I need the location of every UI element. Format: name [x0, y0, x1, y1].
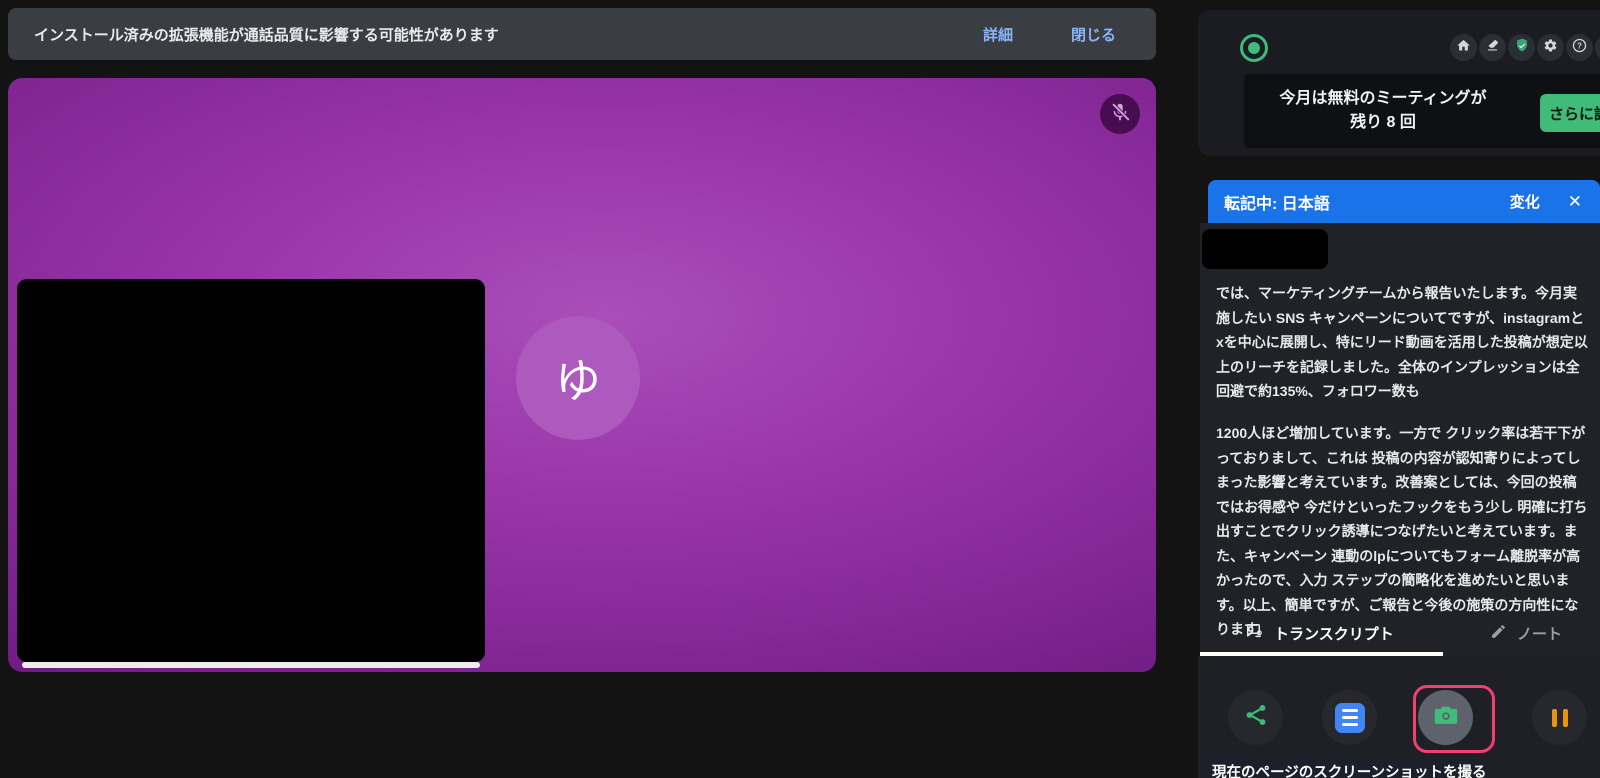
- transcript-paragraph: 1200人ほど増加しています。一方で クリック率は若干下がっておりまして、これは…: [1216, 421, 1590, 642]
- tab-note[interactable]: ノート: [1490, 623, 1562, 644]
- redacted-speaker-name: [1202, 229, 1328, 269]
- collapse-button[interactable]: [1595, 34, 1600, 61]
- mic-off-icon: [1109, 101, 1131, 128]
- pause-recording-button[interactable]: [1532, 690, 1587, 745]
- pencil-icon: [1490, 623, 1507, 644]
- notes-doc-button[interactable]: [1322, 690, 1377, 745]
- transcript-paragraph: では、マーケティングチームから報告いたします。今月実施したい SNS キャンペー…: [1216, 281, 1590, 404]
- eraser-button[interactable]: [1479, 34, 1506, 61]
- video-stage: ゆ: [8, 78, 1156, 672]
- participant-muted-badge: [1100, 94, 1140, 134]
- avatar-initial: ゆ: [555, 345, 601, 411]
- close-icon[interactable]: ✕: [1568, 192, 1582, 212]
- redacted-shared-content: [17, 279, 485, 662]
- share-button[interactable]: [1228, 690, 1283, 745]
- screenshot-button[interactable]: [1418, 690, 1473, 745]
- meet-app: インストール済みの拡張機能が通話品質に影響する可能性があります 詳細 閉じる ゆ…: [0, 0, 1600, 778]
- document-icon: [1335, 703, 1365, 733]
- share-icon: [1243, 702, 1269, 733]
- tab-transcript-label: トランスクリプト: [1274, 623, 1394, 644]
- tab-transcript[interactable]: トランスクリプト: [1244, 621, 1394, 645]
- shared-content-bar: [22, 662, 480, 668]
- tldv-logo-icon: [1240, 34, 1268, 62]
- sidebar-header-panel: ? 今月は無料のミーティングが 残り 8 回 さらに詳しく: [1198, 10, 1600, 156]
- svg-text:?: ?: [1577, 41, 1582, 50]
- chat-bubble-icon: [1244, 621, 1264, 645]
- home-icon: [1456, 38, 1471, 58]
- screenshot-tooltip: 現在のページのスクリーンショットを撮る: [1202, 756, 1474, 778]
- learn-more-button[interactable]: さらに詳しく: [1540, 94, 1600, 132]
- tab-note-label: ノート: [1517, 623, 1562, 644]
- help-icon: ?: [1571, 37, 1588, 59]
- free-meetings-text: 今月は無料のミーティングが 残り 8 回: [1262, 87, 1504, 135]
- privacy-shield-button[interactable]: [1508, 34, 1535, 61]
- camera-icon: [1432, 701, 1460, 734]
- banner-details-button[interactable]: 詳細: [983, 24, 1013, 45]
- pause-icon: [1552, 709, 1568, 727]
- settings-button[interactable]: [1537, 34, 1564, 61]
- home-button[interactable]: [1450, 34, 1477, 61]
- free-meetings-banner: 今月は無料のミーティングが 残り 8 回 さらに詳しく: [1244, 74, 1600, 148]
- transcript-panel: では、マーケティングチームから報告いたします。今月実施したい SNS キャンペー…: [1200, 223, 1600, 656]
- active-tab-underline: [1200, 652, 1443, 656]
- participant-avatar: ゆ: [516, 316, 640, 440]
- transcribing-label: 転記中: 日本語: [1224, 190, 1330, 214]
- extension-warning-banner: インストール済みの拡張機能が通話品質に影響する可能性があります 詳細 閉じる: [8, 8, 1156, 60]
- meet-control-bar: 15:16 tl;dv: [0, 672, 1164, 778]
- change-language-button[interactable]: 変化: [1510, 191, 1540, 212]
- banner-message: インストール済みの拡張機能が通話品質に影響する可能性があります: [34, 24, 499, 45]
- gear-icon: [1543, 38, 1558, 58]
- tldv-sidebar: ? 今月は無料のミーティングが 残り 8 回 さらに詳しく: [1164, 0, 1600, 778]
- banner-close-button[interactable]: 閉じる: [1071, 24, 1116, 45]
- help-button[interactable]: ?: [1566, 34, 1593, 61]
- transcribing-bar: 転記中: 日本語 変化 ✕: [1208, 180, 1600, 223]
- shield-check-icon: [1514, 37, 1530, 58]
- eraser-icon: [1485, 38, 1500, 58]
